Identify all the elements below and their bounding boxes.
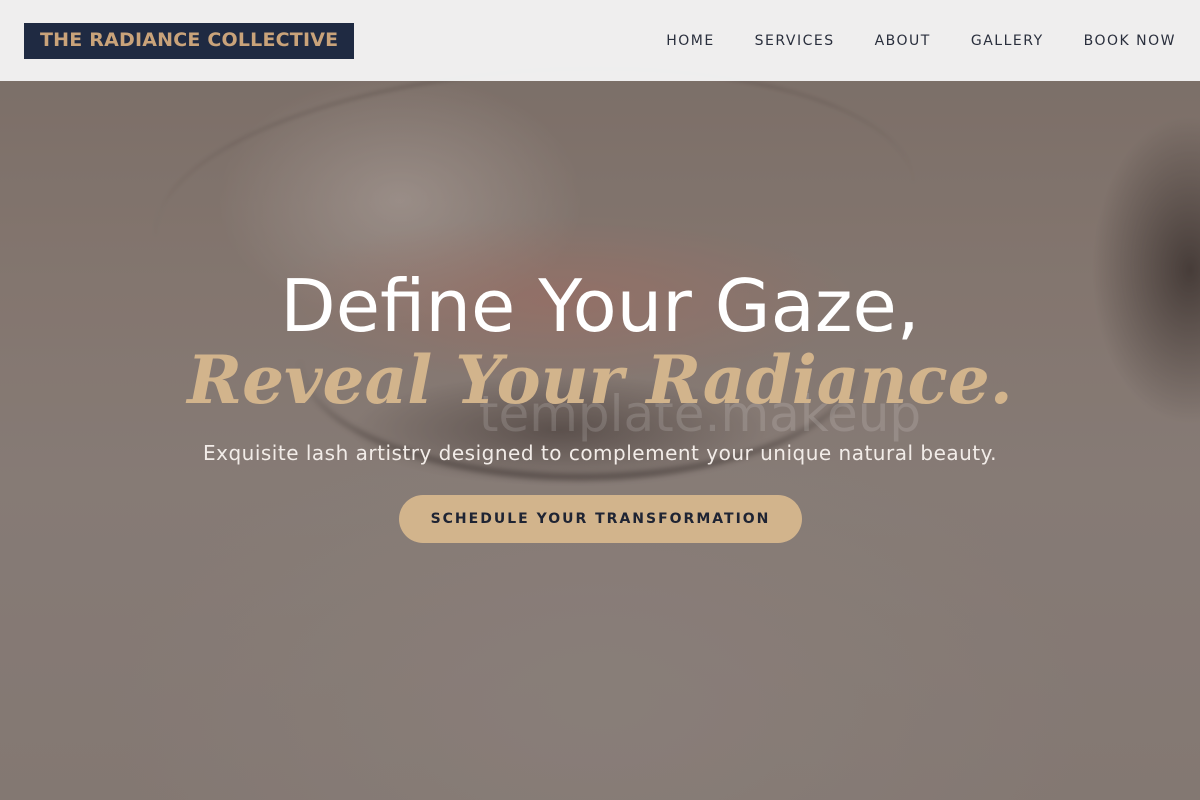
hero-content: template.makeup Define Your Gaze, Reveal… (0, 0, 1200, 800)
hero-subtitle: Exquisite lash artistry designed to comp… (202, 441, 997, 465)
hero-headline-line2: Reveal Your Radiance. (187, 341, 1013, 419)
schedule-transformation-button[interactable]: SCHEDULE YOUR TRANSFORMATION (399, 495, 802, 543)
hero-headline-line1: Define Your Gaze, (280, 264, 920, 348)
